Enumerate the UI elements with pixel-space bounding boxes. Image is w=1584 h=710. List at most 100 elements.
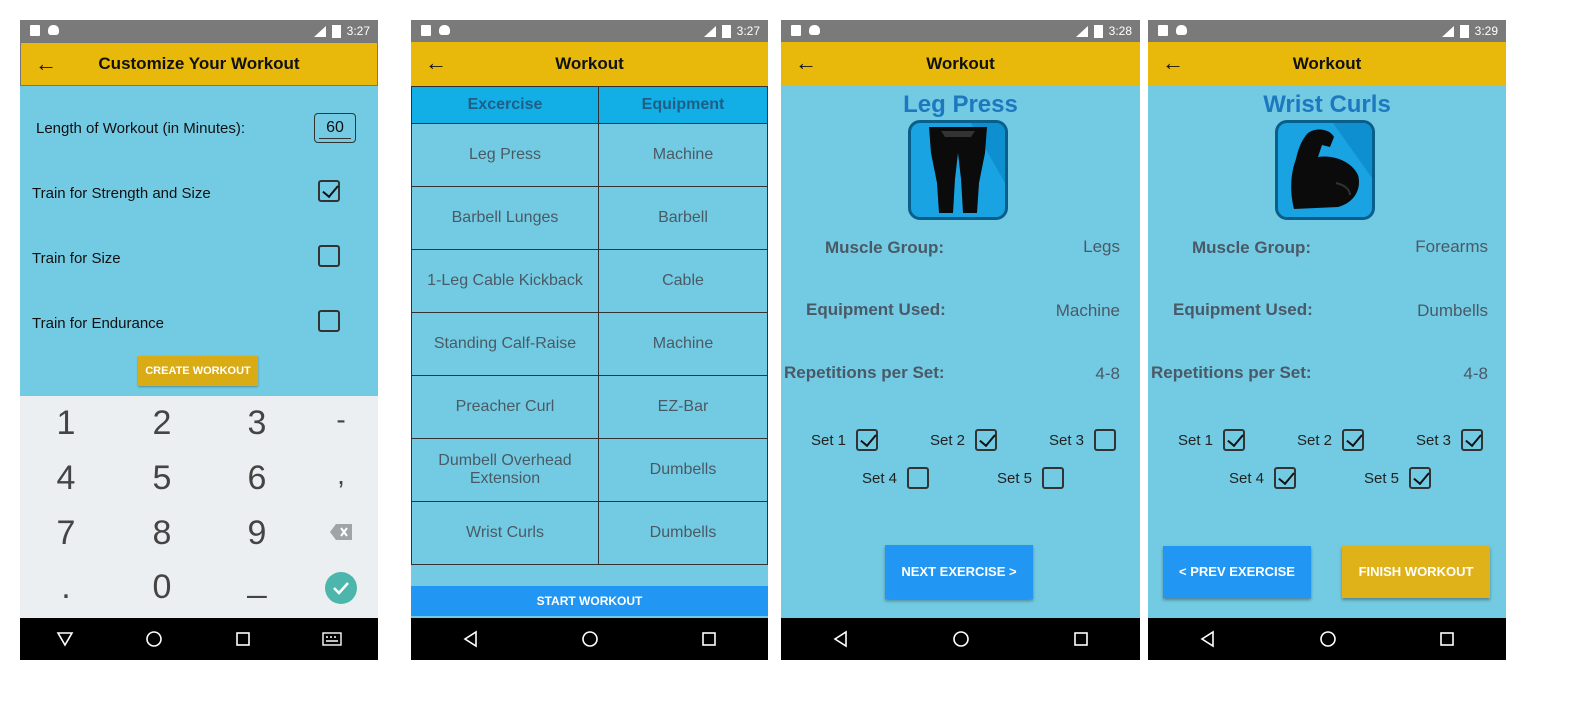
reps-value: 4-8	[1463, 364, 1488, 383]
key-underscore[interactable]: _	[217, 561, 297, 600]
equipment-cell: Dumbells	[598, 438, 768, 502]
set-5-checkbox[interactable]	[1409, 467, 1431, 489]
set-1-label: Set 1	[1178, 432, 1214, 449]
system-nav-bar	[20, 618, 378, 660]
key-4[interactable]: 4	[26, 459, 106, 498]
done-check-icon[interactable]	[325, 572, 357, 604]
exercise-cell: Barbell Lunges	[411, 186, 599, 250]
back-triangle-icon[interactable]	[56, 631, 74, 647]
next-exercise-button[interactable]: NEXT EXERCISE >	[885, 545, 1033, 599]
table-row[interactable]: Barbell Lunges Barbell	[411, 186, 768, 250]
sd-card-icon	[791, 25, 801, 36]
recents-square-icon[interactable]	[235, 631, 251, 647]
key-8[interactable]: 8	[122, 514, 202, 553]
length-input[interactable]: 60	[314, 113, 356, 143]
android-debug-icon	[439, 25, 450, 35]
set-2-label: Set 2	[930, 432, 966, 449]
table-row[interactable]: Dumbell Overhead Extension Dumbells	[411, 438, 768, 502]
key-3[interactable]: 3	[217, 404, 297, 443]
equipment-value: Machine	[1055, 301, 1120, 320]
back-triangle-icon[interactable]	[832, 630, 850, 648]
set-3-label: Set 3	[1416, 432, 1452, 449]
option-strength-size-checkbox[interactable]	[318, 180, 340, 202]
set-4-checkbox[interactable]	[1274, 467, 1296, 489]
status-bar: 3:29	[1148, 20, 1506, 42]
start-workout-button[interactable]: START WORKOUT	[411, 586, 768, 616]
key-2[interactable]: 2	[122, 404, 202, 443]
back-arrow-icon[interactable]: ←	[425, 51, 447, 75]
equipment-label: Equipment Used:	[1173, 300, 1313, 319]
page-title: Workout	[926, 54, 995, 73]
back-triangle-icon[interactable]	[462, 630, 480, 648]
reps-value: 4-8	[1095, 364, 1120, 383]
set-5-checkbox[interactable]	[1042, 467, 1064, 489]
recents-square-icon[interactable]	[701, 631, 717, 647]
home-circle-icon[interactable]	[952, 630, 970, 648]
set-2-label: Set 2	[1297, 432, 1333, 449]
set-3-checkbox[interactable]	[1094, 429, 1116, 451]
android-debug-icon	[1176, 25, 1187, 35]
exercise-title: Leg Press	[903, 91, 1018, 118]
key-1[interactable]: 1	[26, 404, 106, 443]
reps-label: Repetitions per Set:	[1151, 363, 1312, 382]
status-time: 3:29	[1474, 24, 1498, 38]
key-comma[interactable]: ,	[301, 459, 378, 491]
set-4-checkbox[interactable]	[907, 467, 929, 489]
exercise-cell: Preacher Curl	[411, 375, 599, 439]
keyboard-icon[interactable]	[322, 632, 342, 646]
backspace-icon[interactable]	[330, 524, 352, 545]
app-bar: ← Workout	[411, 42, 768, 86]
key-0[interactable]: 0	[122, 568, 202, 607]
set-1-checkbox[interactable]	[856, 429, 878, 451]
set-1-checkbox[interactable]	[1223, 429, 1245, 451]
back-arrow-icon[interactable]: ←	[35, 52, 57, 76]
table-row[interactable]: Preacher Curl EZ-Bar	[411, 375, 768, 439]
set-5-label: Set 5	[997, 470, 1033, 487]
status-time: 3:27	[736, 24, 760, 38]
prev-exercise-button[interactable]: < PREV EXERCISE	[1163, 546, 1311, 598]
create-workout-button[interactable]: CREATE WORKOUT	[138, 356, 258, 386]
muscle-group-value: Legs	[1083, 237, 1120, 256]
table-row[interactable]: Leg Press Machine	[411, 123, 768, 187]
status-bar: 3:28	[781, 20, 1140, 42]
signal-icon	[1441, 25, 1454, 37]
sd-card-icon	[421, 25, 431, 36]
key-6[interactable]: 6	[217, 459, 297, 498]
recents-square-icon[interactable]	[1073, 631, 1089, 647]
key-minus[interactable]: -	[301, 404, 378, 436]
equipment-value: Dumbells	[1417, 301, 1488, 320]
table-row[interactable]: Standing Calf-Raise Machine	[411, 312, 768, 376]
back-arrow-icon[interactable]: ←	[795, 51, 817, 75]
equipment-label: Equipment Used:	[806, 300, 946, 319]
reps-label: Repetitions per Set:	[784, 363, 945, 382]
workout-list-screen: 3:27 ← Workout Excercise Equipment Leg P…	[411, 20, 768, 660]
set-4-label: Set 4	[1229, 470, 1265, 487]
home-circle-icon[interactable]	[145, 630, 163, 648]
table-row[interactable]: Wrist Curls Dumbells	[411, 501, 768, 565]
set-2-checkbox[interactable]	[975, 429, 997, 451]
back-triangle-icon[interactable]	[1199, 630, 1217, 648]
status-time: 3:28	[1108, 24, 1132, 38]
set-5-label: Set 5	[1364, 470, 1400, 487]
app-bar: ← Workout	[1148, 42, 1506, 86]
recents-square-icon[interactable]	[1439, 631, 1455, 647]
home-circle-icon[interactable]	[581, 630, 599, 648]
set-3-checkbox[interactable]	[1461, 429, 1483, 451]
key-7[interactable]: 7	[26, 514, 106, 553]
table-row[interactable]: 1-Leg Cable Kickback Cable	[411, 249, 768, 313]
app-bar: ← Customize Your Workout	[20, 42, 378, 86]
set-2-checkbox[interactable]	[1342, 429, 1364, 451]
key-9[interactable]: 9	[217, 514, 297, 553]
android-debug-icon	[48, 25, 59, 35]
exercise-cell: Standing Calf-Raise	[411, 312, 599, 376]
home-circle-icon[interactable]	[1319, 630, 1337, 648]
exercise-cell: Leg Press	[411, 123, 599, 187]
finish-workout-button[interactable]: FINISH WORKOUT	[1342, 546, 1490, 598]
column-header-exercise: Excercise	[411, 86, 599, 124]
exercise-cell: Wrist Curls	[411, 501, 599, 565]
option-endurance-checkbox[interactable]	[318, 310, 340, 332]
key-dot[interactable]: .	[26, 568, 106, 607]
back-arrow-icon[interactable]: ←	[1162, 51, 1184, 75]
key-5[interactable]: 5	[122, 459, 202, 498]
option-size-checkbox[interactable]	[318, 245, 340, 267]
